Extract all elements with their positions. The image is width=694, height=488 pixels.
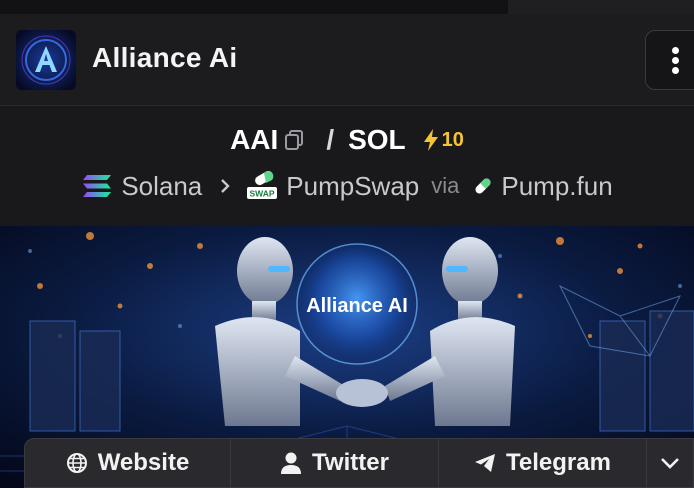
dex-link[interactable]: PumpSwap [286,171,419,202]
pumpswap-icon: SWAP [246,170,278,201]
solana-icon [83,175,112,197]
more-links-button[interactable] [647,438,694,488]
pair-line: AAI / SOL 10 [0,122,694,158]
top-strip-segment [508,0,694,14]
vertical-dots-icon [672,47,679,54]
pair-info: AAI / SOL 10 Solana SWAP PumpSwap via Pu… [0,106,694,226]
twitter-label: Twitter [312,449,389,476]
telegram-icon [475,454,496,472]
route-breadcrumb: Solana SWAP PumpSwap via Pump.fun [0,168,694,204]
base-token-symbol: AAI [230,124,279,155]
chain-link[interactable]: Solana [121,171,202,202]
twitter-button[interactable]: Twitter [231,438,439,488]
more-menu-button[interactable] [645,30,694,90]
chevron-right-icon [221,179,230,193]
quote-token-symbol: SOL [348,124,406,155]
via-label: via [431,173,460,198]
copy-icon[interactable] [282,128,306,152]
boost-badge[interactable]: 10 [422,128,464,152]
social-links-bar: Website Twitter Telegram [24,438,694,488]
pumpswap-icon-label: SWAP [250,189,275,199]
token-avatar [16,30,76,90]
token-name: Alliance Ai [92,42,238,73]
lightning-icon [423,129,438,151]
telegram-label: Telegram [506,449,611,476]
launchpad-link[interactable]: Pump.fun [501,171,612,202]
chevron-down-icon [661,458,679,469]
menu-dot [672,57,679,64]
website-label: Website [97,449,190,476]
menu-dot [672,67,679,74]
token-header: Alliance Ai [0,14,694,106]
website-button[interactable]: Website [24,438,231,488]
user-icon [281,452,302,474]
banner-caption: Alliance AI [306,295,408,317]
telegram-button[interactable]: Telegram [439,438,647,488]
boost-count: 10 [441,128,464,151]
top-strip [0,0,694,14]
pair-separator: / [326,124,335,155]
globe-icon [66,453,87,473]
alliance-ai-logo-icon [16,30,76,90]
pumpfun-pill-icon [475,178,491,194]
